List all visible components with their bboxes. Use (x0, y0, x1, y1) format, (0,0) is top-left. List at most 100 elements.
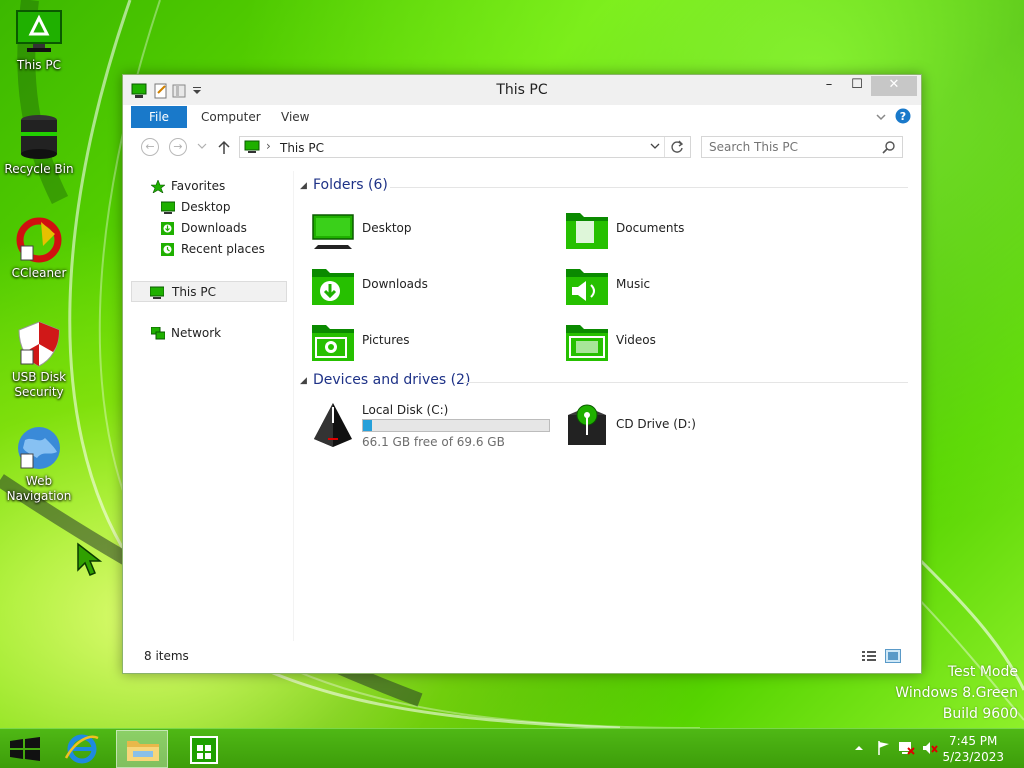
item-count: 8 items (144, 649, 189, 663)
folder-videos[interactable]: Videos (564, 321, 804, 367)
store-icon (190, 736, 218, 764)
nav-item-network[interactable]: Network (131, 323, 287, 344)
details-view-icon[interactable] (861, 649, 877, 663)
recent-places-icon (161, 243, 174, 256)
nav-item-label: Downloads (181, 221, 247, 235)
breadcrumb-separator: › (266, 139, 271, 153)
clock-date: 5/23/2023 (942, 750, 1004, 764)
minimize-button[interactable]: – (815, 76, 843, 96)
taskbar-store[interactable] (178, 730, 230, 768)
volume-muted-icon[interactable] (922, 740, 940, 756)
desktop-icon-usb-disk-security[interactable]: USB Disk Security (0, 320, 78, 400)
action-center-flag-icon[interactable] (876, 740, 892, 756)
drive-local-disk-c[interactable]: Local Disk (C:) 66.1 GB free of 69.6 GB (310, 401, 560, 453)
globe-icon (15, 424, 63, 472)
search-input[interactable] (709, 140, 869, 154)
ribbon-tabs: File Computer View ? (131, 106, 913, 128)
chevron-down-icon[interactable] (650, 143, 660, 151)
close-button[interactable]: ✕ (871, 76, 917, 96)
desktop-icon-web-navigation[interactable]: Web Navigation (0, 424, 78, 504)
drive-name: CD Drive (D:) (616, 417, 696, 431)
search-icon[interactable] (882, 140, 896, 154)
tab-file[interactable]: File (131, 106, 187, 128)
nav-item-favorites[interactable]: Favorites (131, 176, 287, 197)
nav-item-label: Favorites (171, 179, 226, 193)
back-button[interactable]: ← (141, 138, 159, 156)
tab-view[interactable]: View (267, 106, 323, 128)
folder-pictures[interactable]: Pictures (310, 321, 550, 367)
drive-free-space: 66.1 GB free of 69.6 GB (362, 435, 505, 449)
navigation-pane: Favorites Desktop Downloads Recent place… (131, 171, 291, 641)
desktop-icon-this-pc[interactable]: This PC (0, 8, 78, 73)
folder-label: Pictures (362, 333, 410, 347)
nav-item-label: Recent places (181, 242, 265, 256)
explorer-window: This PC – ☐ ✕ File Computer View ? ← → ›… (122, 74, 922, 674)
cd-drive-icon (568, 404, 606, 445)
group-divider (464, 382, 908, 383)
documents-icon (566, 213, 608, 249)
shield-icon (15, 320, 63, 368)
clock[interactable]: 7:45 PM 5/23/2023 (942, 733, 1004, 765)
desktop-icon (312, 214, 354, 249)
maximize-button[interactable]: ☐ (843, 76, 871, 96)
nav-item-label: Network (171, 326, 222, 340)
folder-label: Documents (616, 221, 685, 235)
window-title: This PC (496, 82, 548, 98)
collapse-arrow-icon[interactable]: ◢ (300, 376, 307, 386)
downloads-icon (161, 222, 174, 235)
network-disconnected-icon[interactable] (898, 740, 916, 756)
watermark-line-3: Build 9600 (942, 706, 1018, 722)
taskbar-internet-explorer[interactable] (56, 730, 108, 768)
desktop-icon-recycle-bin[interactable]: Recycle Bin (0, 112, 78, 177)
breadcrumb-this-pc[interactable]: This PC (280, 141, 324, 155)
forward-button[interactable]: → (169, 138, 187, 156)
expand-ribbon-icon[interactable] (875, 111, 887, 123)
nav-item-this-pc[interactable]: This PC (131, 281, 287, 302)
taskbar-file-explorer[interactable] (116, 730, 168, 768)
videos-icon (566, 325, 608, 361)
nav-item-downloads[interactable]: Downloads (131, 218, 287, 239)
tab-computer[interactable]: Computer (187, 106, 275, 128)
downloads-folder-icon (312, 269, 354, 305)
nav-item-desktop[interactable]: Desktop (131, 197, 287, 218)
pictures-icon (312, 325, 354, 361)
internet-explorer-icon (64, 734, 99, 764)
drive-cd-d[interactable]: CD Drive (D:) (564, 401, 764, 453)
desktop-icon-label: This PC (17, 58, 61, 72)
monitor-icon (15, 8, 63, 56)
this-pc-icon (244, 140, 260, 153)
refresh-icon[interactable] (670, 140, 684, 154)
folder-label: Music (616, 277, 651, 291)
status-bar: 8 items (131, 645, 913, 667)
large-icons-view-icon[interactable] (885, 649, 901, 663)
recycle-bin-icon (15, 112, 63, 160)
desktop-icon-ccleaner[interactable]: CCleaner (0, 216, 78, 281)
nav-item-recent-places[interactable]: Recent places (131, 239, 287, 260)
group-title: Folders (6) (313, 177, 388, 193)
title-bar[interactable]: This PC – ☐ ✕ (123, 75, 921, 105)
folder-downloads[interactable]: Downloads (310, 265, 550, 311)
folder-music[interactable]: Music (564, 265, 804, 311)
folder-icon (127, 741, 159, 761)
folder-documents[interactable]: Documents (564, 209, 804, 255)
drive-usage-fill (363, 420, 373, 431)
folder-label: Downloads (362, 277, 428, 291)
search-box[interactable] (701, 136, 903, 158)
desktop-icon-label: CCleaner (11, 266, 67, 280)
help-icon[interactable]: ? (895, 108, 911, 124)
ccleaner-icon (15, 216, 63, 264)
desktop-icon (161, 201, 175, 214)
folder-desktop[interactable]: Desktop (310, 209, 550, 255)
folder-label: Videos (616, 333, 656, 347)
system-tray: 7:45 PM 5/23/2023 (834, 729, 1024, 768)
taskbar: 7:45 PM 5/23/2023 (0, 728, 1024, 768)
windows-logo-icon (10, 737, 40, 761)
address-input[interactable]: › This PC (239, 136, 691, 158)
show-hidden-icons-icon[interactable] (854, 743, 864, 753)
nav-item-label: Desktop (181, 200, 231, 214)
up-arrow-icon[interactable] (217, 140, 231, 156)
recent-locations-icon[interactable] (197, 143, 207, 151)
collapse-arrow-icon[interactable]: ◢ (300, 181, 307, 191)
start-button[interactable] (0, 730, 52, 768)
hard-drive-icon (314, 403, 352, 447)
